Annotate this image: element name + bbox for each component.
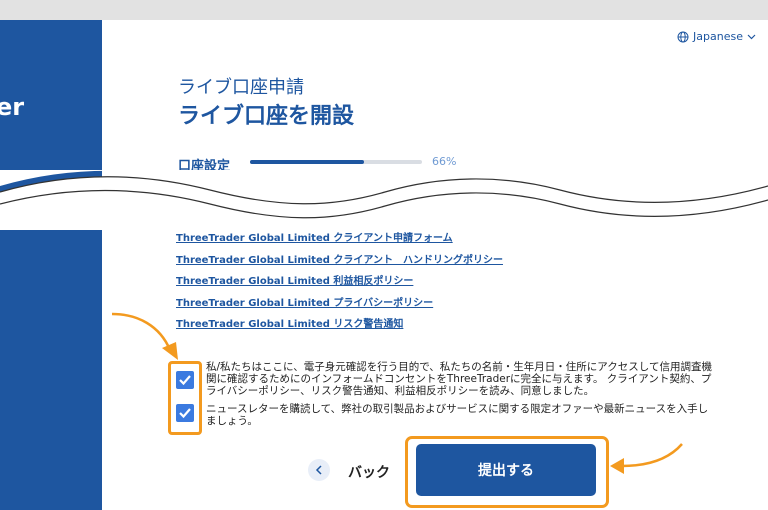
consent-checkbox[interactable]: [176, 371, 194, 389]
progress-bar-fill: [250, 160, 364, 164]
checkmark-icon: [179, 408, 191, 419]
language-label: Japanese: [693, 30, 743, 43]
back-button-icon[interactable]: [308, 459, 330, 481]
progress-percent: 66%: [432, 155, 457, 168]
submit-button[interactable]: 提出する: [416, 444, 596, 496]
globe-icon: [677, 31, 689, 43]
language-selector[interactable]: Japanese: [677, 30, 756, 43]
document-links: ThreeTrader Global Limited クライアント申請フォーム …: [176, 232, 503, 340]
chevron-left-icon: [315, 465, 322, 475]
link-conflict-of-interest-policy[interactable]: ThreeTrader Global Limited 利益相反ポリシー: [176, 275, 503, 297]
back-button[interactable]: バック: [348, 462, 390, 482]
arrow-to-checkboxes-icon: [111, 312, 178, 360]
page-subtitle: ライブ口座申請: [178, 77, 304, 98]
link-client-handling-policy[interactable]: ThreeTrader Global Limited クライアント ハンドリング…: [176, 254, 503, 276]
sidebar: er: [0, 20, 102, 510]
chevron-down-icon: [747, 34, 756, 40]
torn-divider: [0, 170, 768, 230]
link-client-application-form[interactable]: ThreeTrader Global Limited クライアント申請フォーム: [176, 232, 503, 254]
top-bar: [0, 0, 768, 20]
link-risk-warning-notice[interactable]: ThreeTrader Global Limited リスク警告通知: [176, 318, 503, 340]
arrow-to-submit-icon: [610, 443, 683, 474]
consent-text-block: 私/私たちはここに、電子身元確認を行う目的で、私たちの名前・生年月日・住所にアク…: [206, 361, 716, 427]
page-title: ライブ口座を開設: [178, 104, 355, 129]
newsletter-text: ニュースレターを購読して、弊社の取引製品およびサービスに関する限定オファーや最新…: [206, 403, 709, 427]
link-privacy-policy[interactable]: ThreeTrader Global Limited プライバシーポリシー: [176, 297, 503, 319]
checkmark-icon: [179, 375, 191, 386]
progress-bar: [250, 160, 422, 164]
brand-logo-text: er: [0, 93, 25, 121]
newsletter-checkbox[interactable]: [176, 404, 194, 422]
consent-text: 私/私たちはここに、電子身元確認を行う目的で、私たちの名前・生年月日・住所にアク…: [206, 361, 712, 397]
